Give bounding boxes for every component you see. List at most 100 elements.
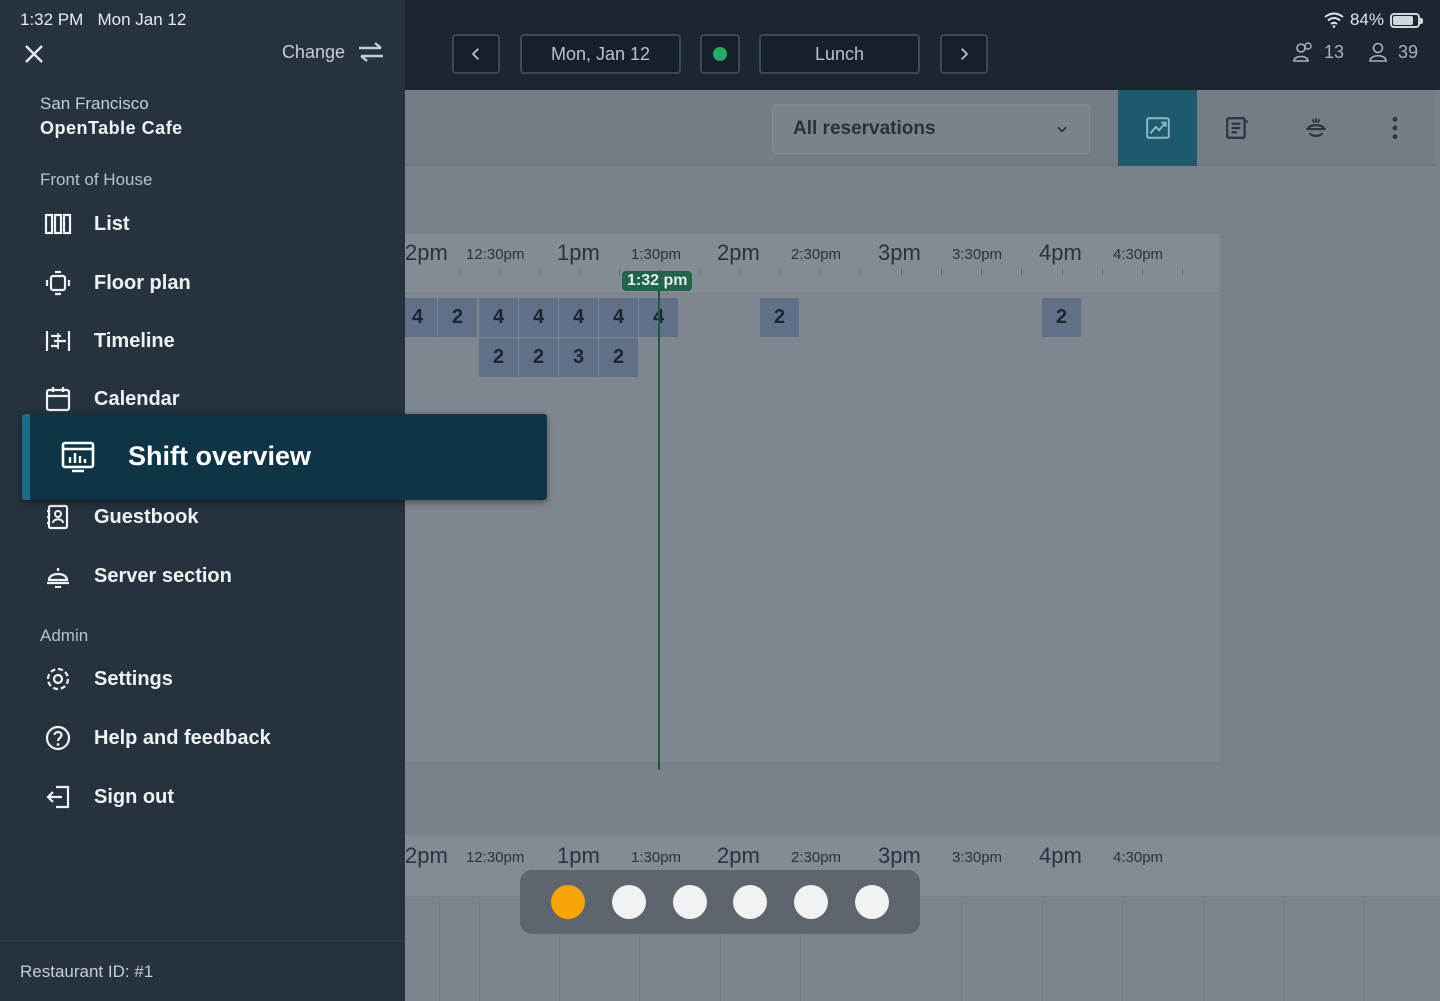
nav-item-sign-out[interactable]: Sign out xyxy=(44,783,174,811)
battery-icon xyxy=(1390,12,1423,28)
nav-item-server-section[interactable]: Server section xyxy=(44,562,232,590)
section-front-of-house: Front of House xyxy=(40,170,153,189)
live-status-button[interactable] xyxy=(700,34,740,74)
more-options-button[interactable] xyxy=(1355,90,1434,166)
time-label: 4pm xyxy=(1039,843,1082,868)
nav-item-list[interactable]: List xyxy=(44,210,130,238)
notes-icon xyxy=(1225,117,1248,139)
close-icon[interactable] xyxy=(22,42,46,66)
restaurant-name: OpenTable Cafe xyxy=(40,118,183,138)
reservation-cell[interactable]: 2 xyxy=(438,298,477,337)
party-count-value: 13 xyxy=(1324,41,1345,62)
reservation-cell[interactable]: 2 xyxy=(519,338,558,377)
reservation-cell[interactable]: 2 xyxy=(599,338,638,377)
reservation-cell[interactable]: 4 xyxy=(519,298,558,337)
reservation-cell[interactable]: 3 xyxy=(559,338,598,377)
time-label: 2:30pm xyxy=(791,246,842,263)
notes-button[interactable] xyxy=(1197,90,1276,166)
nav-item-floor-plan[interactable]: Floor plan xyxy=(44,269,191,297)
page-dot-5[interactable] xyxy=(793,885,828,919)
gear-icon xyxy=(46,667,70,691)
time-label: 3pm xyxy=(878,843,921,868)
party-count: 13 xyxy=(1292,40,1344,64)
prev-day-button[interactable] xyxy=(452,34,500,74)
nav-item-label: Help and feedback xyxy=(94,726,271,749)
current-time-line xyxy=(658,278,660,770)
live-dot xyxy=(713,47,727,61)
date-button[interactable]: Mon, Jan 12 xyxy=(520,34,681,74)
guestbook-icon xyxy=(47,504,69,530)
drawer-divider xyxy=(0,940,405,941)
nav-item-shift-overview[interactable]: Shift overview xyxy=(22,414,547,500)
nav-item-timeline[interactable]: Timeline xyxy=(44,327,175,355)
page-dot-3[interactable] xyxy=(672,885,707,919)
help-icon xyxy=(45,725,71,751)
time-label: 4pm xyxy=(1039,240,1082,265)
time-axis: 2pm 12:30pm 1pm 1:30pm 2pm 2:30pm 3pm 3:… xyxy=(405,234,1220,294)
nav-item-label: Timeline xyxy=(94,329,175,352)
time-label: 1pm xyxy=(557,240,600,265)
current-time-badge: 1:32 pm xyxy=(622,271,693,291)
time-label: 3:30pm xyxy=(952,246,1003,263)
chart-button[interactable] xyxy=(1118,90,1197,166)
status-clock: 1:32 PM xyxy=(20,10,84,29)
filter-label: All reservations xyxy=(793,118,936,139)
status-time: 1:32 PM Mon Jan 12 xyxy=(20,10,186,30)
calendar-icon xyxy=(45,387,71,412)
active-indicator xyxy=(22,414,30,500)
nav-item-label: Sign out xyxy=(94,785,174,808)
time-label: 4:30pm xyxy=(1113,246,1164,263)
nav-item-label: Settings xyxy=(94,667,173,690)
next-day-button[interactable] xyxy=(940,34,988,74)
reservation-cell[interactable]: 2 xyxy=(760,298,799,337)
list-icon xyxy=(44,213,72,235)
restaurant-city: San Francisco xyxy=(40,94,149,113)
nav-item-settings[interactable]: Settings xyxy=(44,665,173,693)
cover-count-value: 39 xyxy=(1398,41,1419,62)
navigation-drawer: 1:32 PM Mon Jan 12 Change San Francisco … xyxy=(0,0,405,1001)
swap-icon xyxy=(359,42,383,62)
page-dot-6[interactable] xyxy=(854,885,889,919)
main-content: All reservations 2pm 12:30pm 1pm 1:30pm … xyxy=(398,90,1440,1001)
reservation-cell[interactable]: 4 xyxy=(479,298,518,337)
reservation-filter-dropdown[interactable]: All reservations xyxy=(772,104,1090,154)
section-admin: Admin xyxy=(40,626,89,645)
cover-count: 39 xyxy=(1366,40,1418,64)
service-button[interactable] xyxy=(1276,90,1355,166)
page-indicator xyxy=(520,870,920,934)
floor-plan-icon xyxy=(45,270,71,296)
group-icon xyxy=(1293,42,1312,62)
shift-button[interactable]: Lunch xyxy=(759,34,920,74)
change-label: Change xyxy=(281,41,345,62)
time-label: 4:30pm xyxy=(1113,849,1164,866)
reservation-cell[interactable]: 2 xyxy=(1042,298,1081,337)
shift-overview-icon xyxy=(61,441,95,473)
timeline-icon xyxy=(45,331,71,351)
reservation-cell[interactable]: 4 xyxy=(599,298,638,337)
page-dot-4[interactable] xyxy=(733,885,768,919)
chevron-left-icon xyxy=(471,48,479,60)
service-icon xyxy=(1305,118,1326,137)
time-label: 12:30pm xyxy=(466,849,525,866)
nav-item-label: List xyxy=(94,212,130,235)
battery-percent: 84% xyxy=(1349,10,1384,29)
sign-out-icon xyxy=(46,785,70,809)
change-restaurant-button[interactable]: Change xyxy=(282,40,385,64)
nav-item-guestbook[interactable]: Guestbook xyxy=(44,503,198,531)
nav-item-help[interactable]: Help and feedback xyxy=(44,724,271,752)
time-label: 1pm xyxy=(557,843,600,868)
wifi-icon xyxy=(1324,12,1344,28)
service-bell-icon xyxy=(47,568,69,588)
time-label: 1:30pm xyxy=(631,849,682,866)
nav-item-calendar[interactable]: Calendar xyxy=(44,385,180,413)
page-dot-1[interactable] xyxy=(551,885,586,919)
time-label: 12:30pm xyxy=(466,246,525,263)
time-label: 1:30pm xyxy=(631,246,682,263)
chevron-right-icon xyxy=(961,48,969,60)
page-dot-2[interactable] xyxy=(611,885,646,919)
chart-icon xyxy=(1145,117,1170,139)
time-label: 2pm xyxy=(405,240,448,265)
time-label: 2pm xyxy=(405,843,448,868)
reservation-cell[interactable]: 4 xyxy=(559,298,598,337)
reservation-cell[interactable]: 2 xyxy=(479,338,518,377)
